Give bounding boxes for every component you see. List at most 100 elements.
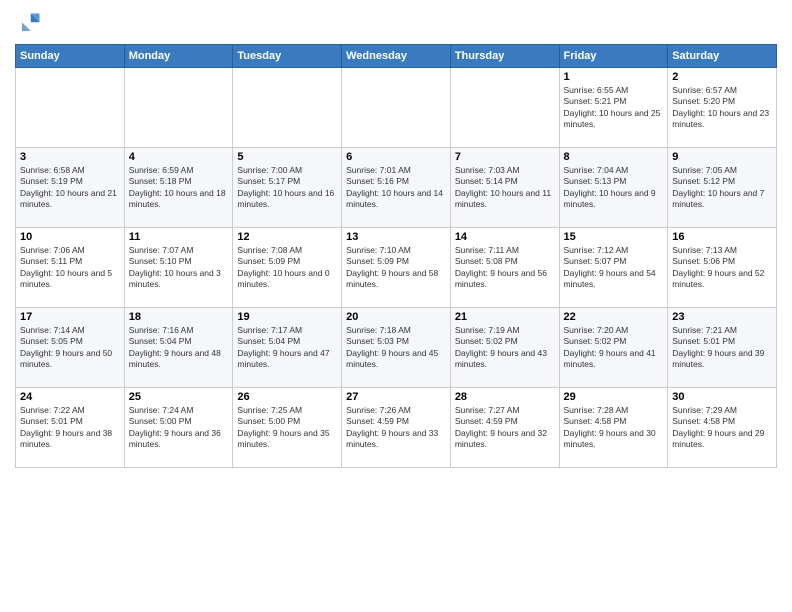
day-cell: 28 Sunrise: 7:27 AMSunset: 4:59 PMDayligh… [450, 388, 559, 468]
day-info: Sunrise: 7:13 AMSunset: 5:06 PMDaylight:… [672, 245, 772, 291]
day-number: 24 [20, 391, 120, 403]
header-row: Sunday Monday Tuesday Wednesday Thursday… [16, 45, 777, 68]
week-row-0: 1 Sunrise: 6:55 AMSunset: 5:21 PMDaylight… [16, 68, 777, 148]
day-number: 4 [129, 151, 229, 163]
col-monday: Monday [124, 45, 233, 68]
day-number: 11 [129, 231, 229, 243]
logo-icon [15, 10, 43, 38]
day-cell: 11Sunrise: 7:07 AMSunset: 5:10 PMDayligh… [124, 228, 233, 308]
day-number: 26 [237, 391, 337, 403]
day-number: 23 [672, 311, 772, 323]
col-sunday: Sunday [16, 45, 125, 68]
week-row-3: 17 Sunrise: 7:14 AMSunset: 5:05 PMDayligh… [16, 308, 777, 388]
day-cell: 4 Sunrise: 6:59 AMSunset: 5:18 PMDaylight… [124, 148, 233, 228]
day-info: Sunrise: 7:05 AMSunset: 5:12 PMDaylight:… [672, 165, 772, 211]
day-info: Sunrise: 6:59 AMSunset: 5:18 PMDaylight:… [129, 165, 229, 211]
day-number: 10 [20, 231, 120, 243]
day-info: Sunrise: 7:26 AMSunset: 4:59 PMDaylight:… [346, 405, 446, 451]
day-number: 6 [346, 151, 446, 163]
day-cell: 19 Sunrise: 7:17 AMSunset: 5:04 PMDayligh… [233, 308, 342, 388]
day-cell: 17 Sunrise: 7:14 AMSunset: 5:05 PMDayligh… [16, 308, 125, 388]
day-number: 29 [564, 391, 664, 403]
day-number: 20 [346, 311, 446, 323]
day-number: 22 [564, 311, 664, 323]
day-cell: 30Sunrise: 7:29 AMSunset: 4:58 PMDayligh… [668, 388, 777, 468]
day-info: Sunrise: 7:21 AMSunset: 5:01 PMDaylight:… [672, 325, 772, 371]
day-cell [16, 68, 125, 148]
day-info: Sunrise: 7:16 AMSunset: 5:04 PMDaylight:… [129, 325, 229, 371]
day-number: 5 [237, 151, 337, 163]
col-saturday: Saturday [668, 45, 777, 68]
day-info: Sunrise: 7:18 AMSunset: 5:03 PMDaylight:… [346, 325, 446, 371]
col-friday: Friday [559, 45, 668, 68]
day-number: 8 [564, 151, 664, 163]
day-info: Sunrise: 7:17 AMSunset: 5:04 PMDaylight:… [237, 325, 337, 371]
header [15, 10, 777, 38]
day-cell: 18 Sunrise: 7:16 AMSunset: 5:04 PMDayligh… [124, 308, 233, 388]
day-cell: 5 Sunrise: 7:00 AMSunset: 5:17 PMDaylight… [233, 148, 342, 228]
day-info: Sunrise: 7:20 AMSunset: 5:02 PMDaylight:… [564, 325, 664, 371]
day-info: Sunrise: 7:22 AMSunset: 5:01 PMDaylight:… [20, 405, 120, 451]
day-cell: 8 Sunrise: 7:04 AMSunset: 5:13 PMDaylight… [559, 148, 668, 228]
day-number: 3 [20, 151, 120, 163]
day-info: Sunrise: 6:57 AMSunset: 5:20 PMDaylight:… [672, 85, 772, 131]
col-thursday: Thursday [450, 45, 559, 68]
day-info: Sunrise: 7:10 AMSunset: 5:09 PMDaylight:… [346, 245, 446, 291]
day-info: Sunrise: 7:12 AMSunset: 5:07 PMDaylight:… [564, 245, 664, 291]
day-number: 9 [672, 151, 772, 163]
day-info: Sunrise: 7:24 AMSunset: 5:00 PMDaylight:… [129, 405, 229, 451]
day-cell: 3 Sunrise: 6:58 AMSunset: 5:19 PMDaylight… [16, 148, 125, 228]
day-cell: 2Sunrise: 6:57 AMSunset: 5:20 PMDaylight… [668, 68, 777, 148]
week-row-1: 3 Sunrise: 6:58 AMSunset: 5:19 PMDaylight… [16, 148, 777, 228]
calendar-table: Sunday Monday Tuesday Wednesday Thursday… [15, 44, 777, 468]
day-info: Sunrise: 7:11 AMSunset: 5:08 PMDaylight:… [455, 245, 555, 291]
day-cell: 29 Sunrise: 7:28 AMSunset: 4:58 PMDayligh… [559, 388, 668, 468]
day-info: Sunrise: 7:08 AMSunset: 5:09 PMDaylight:… [237, 245, 337, 291]
day-number: 25 [129, 391, 229, 403]
day-cell: 9 Sunrise: 7:05 AMSunset: 5:12 PMDaylight… [668, 148, 777, 228]
day-cell: 15 Sunrise: 7:12 AMSunset: 5:07 PMDayligh… [559, 228, 668, 308]
day-cell [124, 68, 233, 148]
day-cell: 20 Sunrise: 7:18 AMSunset: 5:03 PMDayligh… [342, 308, 451, 388]
day-number: 17 [20, 311, 120, 323]
day-cell: 21 Sunrise: 7:19 AMSunset: 5:02 PMDayligh… [450, 308, 559, 388]
day-number: 7 [455, 151, 555, 163]
day-info: Sunrise: 6:58 AMSunset: 5:19 PMDaylight:… [20, 165, 120, 211]
day-number: 1 [564, 71, 664, 83]
col-wednesday: Wednesday [342, 45, 451, 68]
day-info: Sunrise: 7:06 AMSunset: 5:11 PMDaylight:… [20, 245, 120, 291]
day-info: Sunrise: 7:29 AMSunset: 4:58 PMDaylight:… [672, 405, 772, 451]
day-info: Sunrise: 7:28 AMSunset: 4:58 PMDaylight:… [564, 405, 664, 451]
col-tuesday: Tuesday [233, 45, 342, 68]
day-cell: 1 Sunrise: 6:55 AMSunset: 5:21 PMDaylight… [559, 68, 668, 148]
day-info: Sunrise: 7:19 AMSunset: 5:02 PMDaylight:… [455, 325, 555, 371]
day-info: Sunrise: 7:00 AMSunset: 5:17 PMDaylight:… [237, 165, 337, 211]
day-cell: 22 Sunrise: 7:20 AMSunset: 5:02 PMDayligh… [559, 308, 668, 388]
day-info: Sunrise: 7:01 AMSunset: 5:16 PMDaylight:… [346, 165, 446, 211]
day-number: 27 [346, 391, 446, 403]
day-number: 18 [129, 311, 229, 323]
day-cell: 26Sunrise: 7:25 AMSunset: 5:00 PMDayligh… [233, 388, 342, 468]
day-info: Sunrise: 7:27 AMSunset: 4:59 PMDaylight:… [455, 405, 555, 451]
day-number: 19 [237, 311, 337, 323]
day-info: Sunrise: 7:14 AMSunset: 5:05 PMDaylight:… [20, 325, 120, 371]
day-cell [233, 68, 342, 148]
day-number: 16 [672, 231, 772, 243]
day-number: 12 [237, 231, 337, 243]
day-number: 13 [346, 231, 446, 243]
day-cell: 24 Sunrise: 7:22 AMSunset: 5:01 PMDayligh… [16, 388, 125, 468]
day-number: 21 [455, 311, 555, 323]
day-number: 28 [455, 391, 555, 403]
day-number: 14 [455, 231, 555, 243]
day-cell: 10 Sunrise: 7:06 AMSunset: 5:11 PMDayligh… [16, 228, 125, 308]
day-cell: 6 Sunrise: 7:01 AMSunset: 5:16 PMDaylight… [342, 148, 451, 228]
week-row-2: 10 Sunrise: 7:06 AMSunset: 5:11 PMDayligh… [16, 228, 777, 308]
week-row-4: 24 Sunrise: 7:22 AMSunset: 5:01 PMDayligh… [16, 388, 777, 468]
day-info: Sunrise: 7:04 AMSunset: 5:13 PMDaylight:… [564, 165, 664, 211]
day-cell: 13 Sunrise: 7:10 AMSunset: 5:09 PMDayligh… [342, 228, 451, 308]
day-cell: 7Sunrise: 7:03 AMSunset: 5:14 PMDaylight… [450, 148, 559, 228]
day-number: 15 [564, 231, 664, 243]
day-cell: 27 Sunrise: 7:26 AMSunset: 4:59 PMDayligh… [342, 388, 451, 468]
day-info: Sunrise: 6:55 AMSunset: 5:21 PMDaylight:… [564, 85, 664, 131]
page: Sunday Monday Tuesday Wednesday Thursday… [0, 0, 792, 612]
